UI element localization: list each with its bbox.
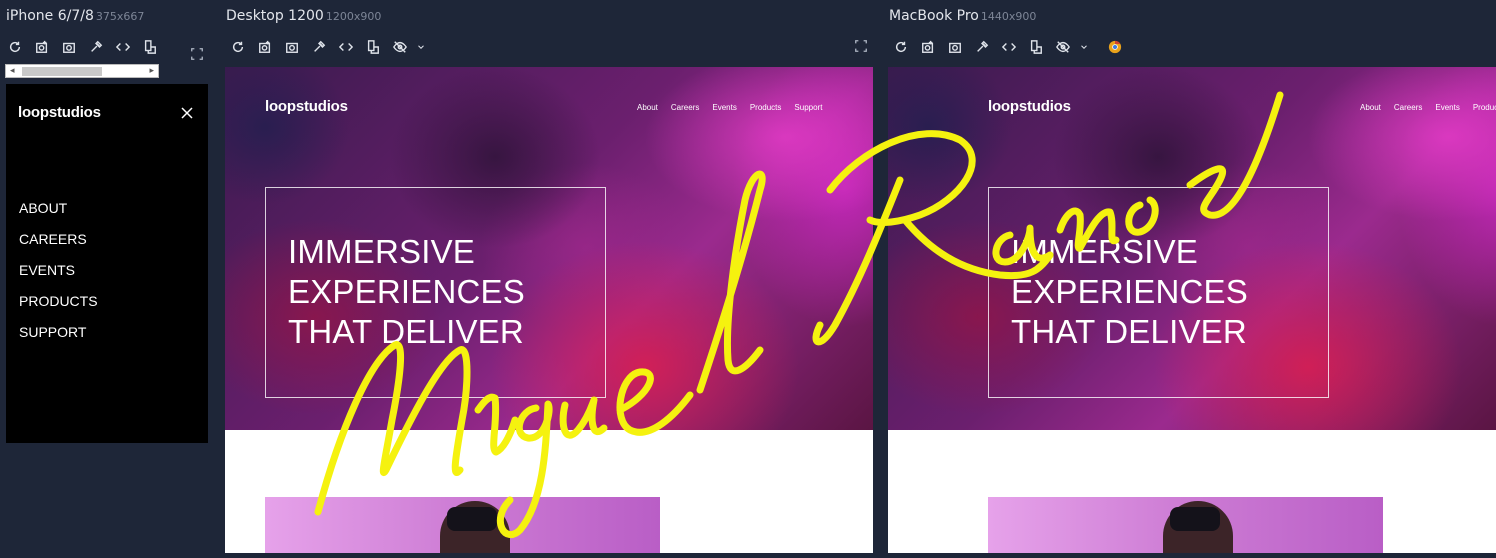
fullscreen-icon[interactable] (854, 39, 872, 57)
nav-about[interactable]: About (1360, 103, 1381, 112)
vr-headset-image (1170, 507, 1220, 531)
nav-products[interactable]: Products (1473, 103, 1496, 112)
refresh-icon[interactable] (227, 37, 249, 57)
pane-title: iPhone 6/7/8 375x667 (6, 8, 144, 24)
device-name: iPhone 6/7/8 (6, 8, 94, 24)
vr-headset-image (447, 507, 497, 531)
vr-image (988, 497, 1383, 553)
close-icon[interactable] (180, 106, 194, 120)
mobile-menu-panel: loopstudios ABOUT CAREERS EVENTS PRODUCT… (6, 84, 208, 443)
screenshot-full-icon[interactable] (31, 37, 53, 57)
headline-line: EXPERIENCES (1011, 273, 1248, 310)
hero-section: loopstudios About Careers Events Product… (225, 67, 873, 430)
screenshot-full-icon[interactable] (254, 37, 276, 57)
nav-events[interactable]: Events (712, 103, 736, 112)
hero-section: loopstudios About Careers Events Product… (888, 67, 1496, 430)
eyedropper-icon[interactable] (85, 37, 107, 57)
headline-line: IMMERSIVE (288, 233, 475, 270)
code-icon[interactable] (335, 37, 357, 57)
camera-icon[interactable] (58, 37, 80, 57)
headline-line: EXPERIENCES (288, 273, 525, 310)
macbook-viewport: loopstudios About Careers Events Product… (888, 67, 1496, 553)
nav-about[interactable]: About (637, 103, 658, 112)
mobile-nav-events[interactable]: EVENTS (19, 262, 75, 278)
device-name: Desktop 1200 (226, 8, 324, 24)
toolbar (4, 37, 166, 57)
site-nav: About Careers Events Products Support (637, 103, 822, 112)
device-size: 1200x900 (325, 10, 382, 23)
nav-support[interactable]: Support (794, 103, 822, 112)
eyedropper-icon[interactable] (971, 37, 993, 57)
headline-line: THAT DELIVER (1011, 313, 1247, 350)
rotate-icon[interactable] (362, 37, 384, 57)
device-size: 1440x900 (980, 10, 1037, 23)
eye-off-icon[interactable] (389, 37, 411, 57)
desktop-pane: Desktop 1200 1200x900 loopstudios About C… (220, 0, 880, 558)
nav-careers[interactable]: Careers (1394, 103, 1422, 112)
macbook-pane: MacBook Pro 1440x900 loopstudios About Ca… (883, 0, 1496, 558)
device-size: 375x667 (95, 10, 145, 23)
refresh-icon[interactable] (890, 37, 912, 57)
site-nav: About Careers Events Products Support (1360, 103, 1496, 112)
hero-headline: IMMERSIVE EXPERIENCES THAT DELIVER (288, 232, 608, 352)
rotate-icon[interactable] (1025, 37, 1047, 57)
iphone-pane: iPhone 6/7/8 375x667 ◂ ▸ loopstudios ABOU… (0, 0, 215, 558)
mobile-nav-about[interactable]: ABOUT (19, 200, 67, 216)
pane-title: Desktop 1200 1200x900 (226, 8, 381, 24)
rotate-icon[interactable] (139, 37, 161, 57)
mobile-logo[interactable]: loopstudios (18, 104, 101, 121)
eyedropper-icon[interactable] (308, 37, 330, 57)
headline-line: THAT DELIVER (288, 313, 524, 350)
mobile-nav-careers[interactable]: CAREERS (19, 231, 87, 247)
toolbar (227, 37, 431, 57)
hero-headline: IMMERSIVE EXPERIENCES THAT DELIVER (1011, 232, 1331, 352)
site-logo[interactable]: loopstudios (988, 98, 1071, 115)
vr-image (265, 497, 660, 553)
chevron-down-icon[interactable] (1079, 37, 1089, 57)
chrome-icon[interactable] (1104, 37, 1126, 57)
nav-products[interactable]: Products (750, 103, 782, 112)
nav-events[interactable]: Events (1435, 103, 1459, 112)
scroll-left-icon[interactable]: ◂ (10, 65, 15, 76)
chevron-down-icon[interactable] (416, 37, 426, 57)
desktop-viewport: loopstudios About Careers Events Product… (225, 67, 873, 553)
eye-off-icon[interactable] (1052, 37, 1074, 57)
mobile-nav-support[interactable]: SUPPORT (19, 324, 86, 340)
camera-icon[interactable] (944, 37, 966, 57)
scroll-right-icon[interactable]: ▸ (149, 65, 154, 76)
fullscreen-icon[interactable] (190, 47, 208, 65)
screenshot-full-icon[interactable] (917, 37, 939, 57)
toolbar (890, 37, 1131, 57)
code-icon[interactable] (998, 37, 1020, 57)
mobile-nav-products[interactable]: PRODUCTS (19, 293, 98, 309)
site-logo[interactable]: loopstudios (265, 98, 348, 115)
camera-icon[interactable] (281, 37, 303, 57)
headline-line: IMMERSIVE (1011, 233, 1198, 270)
nav-careers[interactable]: Careers (671, 103, 699, 112)
device-name: MacBook Pro (889, 8, 979, 24)
code-icon[interactable] (112, 37, 134, 57)
scroll-thumb[interactable] (22, 67, 102, 76)
pane-title: MacBook Pro 1440x900 (889, 8, 1036, 24)
refresh-icon[interactable] (4, 37, 26, 57)
horizontal-scrollbar[interactable]: ◂ ▸ (5, 64, 159, 78)
